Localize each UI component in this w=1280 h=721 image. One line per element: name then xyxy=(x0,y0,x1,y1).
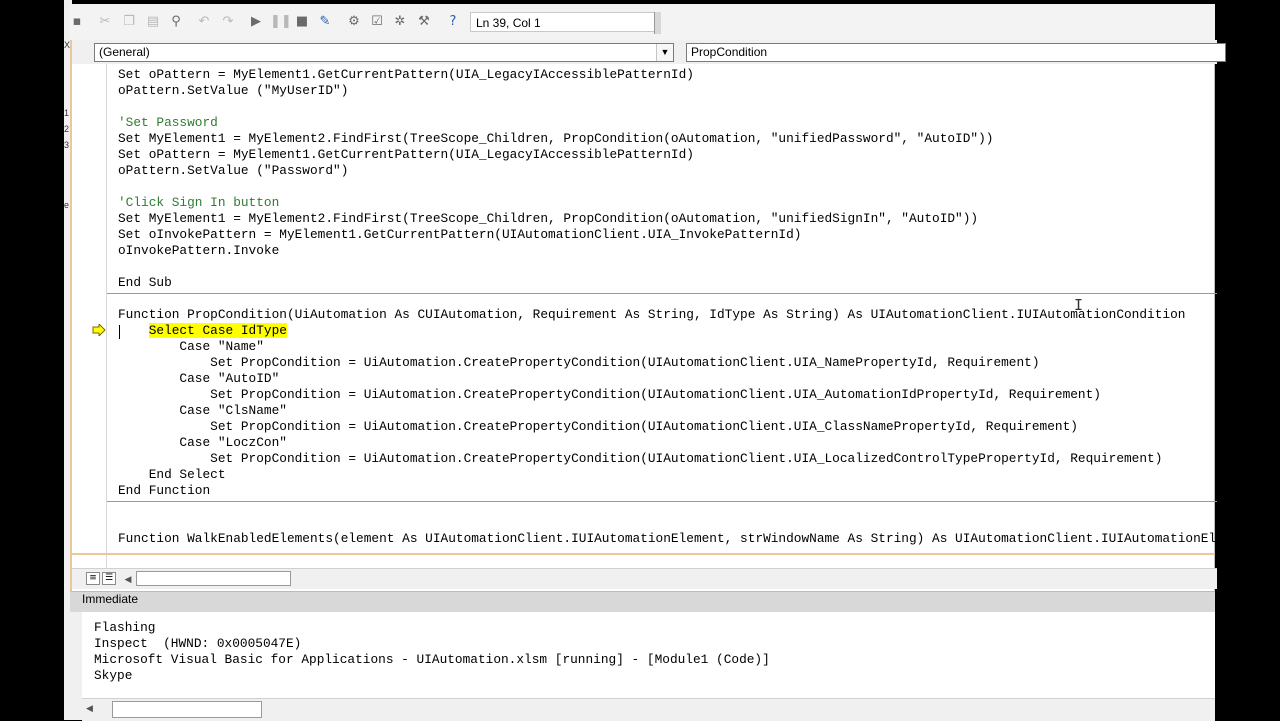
code-window: (General) ▼ PropCondition Set oPattern =… xyxy=(70,40,1226,592)
redo-icon[interactable]: ↷ xyxy=(219,13,237,31)
object-dropdown[interactable]: (General) ▼ xyxy=(94,43,674,62)
code-line: Case "LoczCon" xyxy=(118,435,287,450)
code-line: Set PropCondition = UiAutomation.CreateP… xyxy=(118,355,1040,370)
cut-icon[interactable]: ✂ xyxy=(96,13,114,31)
back-char: 2 xyxy=(64,124,70,134)
procedure-separator xyxy=(107,293,1217,294)
code-line: Set oPattern = MyElement1.GetCurrentPatt… xyxy=(118,147,694,162)
scroll-left-icon[interactable]: ◀ xyxy=(86,703,93,714)
code-line: End Function xyxy=(118,483,211,498)
reset-icon[interactable]: ■ xyxy=(293,13,311,31)
code-line: Function WalkEnabledElements(element As … xyxy=(118,531,1215,546)
project-explorer-icon[interactable]: ⚙ xyxy=(345,13,363,31)
code-editor[interactable]: Set oPattern = MyElement1.GetCurrentPatt… xyxy=(118,64,1215,568)
toolbar-grip[interactable] xyxy=(654,12,661,34)
code-line: Set PropCondition = UiAutomation.CreateP… xyxy=(118,419,1078,434)
copy-icon[interactable]: ❐ xyxy=(120,13,138,31)
cursor-position-status: Ln 39, Col 1 xyxy=(470,12,658,32)
code-line: Set MyElement1 = MyElement2.FindFirst(Tr… xyxy=(118,131,994,146)
code-line: Set MyElement1 = MyElement2.FindFirst(Tr… xyxy=(118,211,979,226)
text-cursor xyxy=(119,325,120,339)
back-char: e xyxy=(64,200,70,210)
screen-bezel-right xyxy=(1215,0,1280,720)
code-line: Case "ClsName" xyxy=(118,403,287,418)
code-line: oPattern.SetValue ("Password") xyxy=(118,163,349,178)
full-module-view-icon[interactable]: ☰ xyxy=(102,572,116,585)
immediate-window[interactable]: Flashing Inspect (HWND: 0x0005047E) Micr… xyxy=(82,612,1215,698)
code-horizontal-scrollbar[interactable]: ≡ ☰ ◀ xyxy=(72,568,1217,589)
find-icon[interactable]: ⚲ xyxy=(167,13,185,31)
immediate-line: Inspect (HWND: 0x0005047E) xyxy=(94,636,302,651)
standard-toolbar: ▪ ✂ ❐ ▤ ⚲ ↶ ↷ ▶ ❚❚ ■ ✎ ⚙ ☑ ✲ ⚒ ? Ln 39, … xyxy=(70,4,1215,41)
code-line: Set PropCondition = UiAutomation.CreateP… xyxy=(118,451,1163,466)
object-browser-icon[interactable]: ✲ xyxy=(391,13,409,31)
run-icon[interactable]: ▶ xyxy=(247,13,265,31)
back-char: 3 xyxy=(64,140,70,150)
window-border xyxy=(70,553,1215,555)
vba-editor-window: ▪ ✂ ❐ ▤ ⚲ ↶ ↷ ▶ ❚❚ ■ ✎ ⚙ ☑ ✲ ⚒ ? Ln 39, … xyxy=(70,4,1226,721)
immediate-line: Flashing xyxy=(94,620,156,635)
execution-arrow-icon xyxy=(92,324,106,336)
code-line: Set PropCondition = UiAutomation.CreateP… xyxy=(118,387,1101,402)
code-window-header: (General) ▼ PropCondition xyxy=(72,40,1226,64)
back-char: 1 xyxy=(64,108,70,118)
object-dropdown-value: (General) xyxy=(99,45,150,59)
scrollbar-thumb[interactable] xyxy=(112,701,262,718)
code-line: Function PropCondition(UiAutomation As C… xyxy=(118,307,1186,322)
code-line: Case "Name" xyxy=(118,339,264,354)
immediate-horizontal-scrollbar[interactable]: ◀ xyxy=(82,698,1215,721)
break-icon[interactable]: ❚❚ xyxy=(270,13,292,31)
screen-bezel-left xyxy=(0,0,66,720)
procedure-view-icon[interactable]: ≡ xyxy=(86,572,100,585)
procedure-dropdown[interactable]: PropCondition xyxy=(686,43,1226,62)
procedure-dropdown-value: PropCondition xyxy=(691,45,768,59)
code-line: Set oInvokePattern = MyElement1.GetCurre… xyxy=(118,227,802,242)
code-line: Select Case IdType xyxy=(118,323,287,339)
paste-icon[interactable]: ▤ xyxy=(144,13,162,31)
design-mode-icon[interactable]: ✎ xyxy=(316,13,334,31)
save-icon[interactable]: ▪ xyxy=(68,13,86,31)
immediate-line: Microsoft Visual Basic for Applications … xyxy=(94,652,770,667)
immediate-window-title: Immediate xyxy=(70,592,1215,612)
code-line: End Sub xyxy=(118,275,172,290)
toolbox-icon[interactable]: ⚒ xyxy=(415,13,433,31)
scroll-left-icon[interactable]: ◀ xyxy=(122,572,134,586)
margin-indicator-bar[interactable] xyxy=(72,64,107,568)
procedure-separator xyxy=(107,501,1217,502)
code-line: Set oPattern = MyElement1.GetCurrentPatt… xyxy=(118,67,694,82)
code-line: oPattern.SetValue ("MyUserID") xyxy=(118,83,349,98)
code-line: 'Click Sign In button xyxy=(118,195,280,210)
mouse-ibeam-cursor: I xyxy=(1074,296,1084,314)
undo-icon[interactable]: ↶ xyxy=(195,13,213,31)
current-statement-highlight: Select Case IdType xyxy=(148,323,287,338)
code-line: oInvokePattern.Invoke xyxy=(118,243,280,258)
immediate-line: Skype xyxy=(94,668,133,683)
code-line: End Select xyxy=(118,467,226,482)
help-icon[interactable]: ? xyxy=(444,13,462,31)
chevron-down-icon[interactable]: ▼ xyxy=(656,44,673,61)
code-line: 'Set Password xyxy=(118,115,218,130)
scrollbar-thumb[interactable] xyxy=(136,571,291,586)
code-line: Case "AutoID" xyxy=(118,371,280,386)
properties-icon[interactable]: ☑ xyxy=(368,13,386,31)
